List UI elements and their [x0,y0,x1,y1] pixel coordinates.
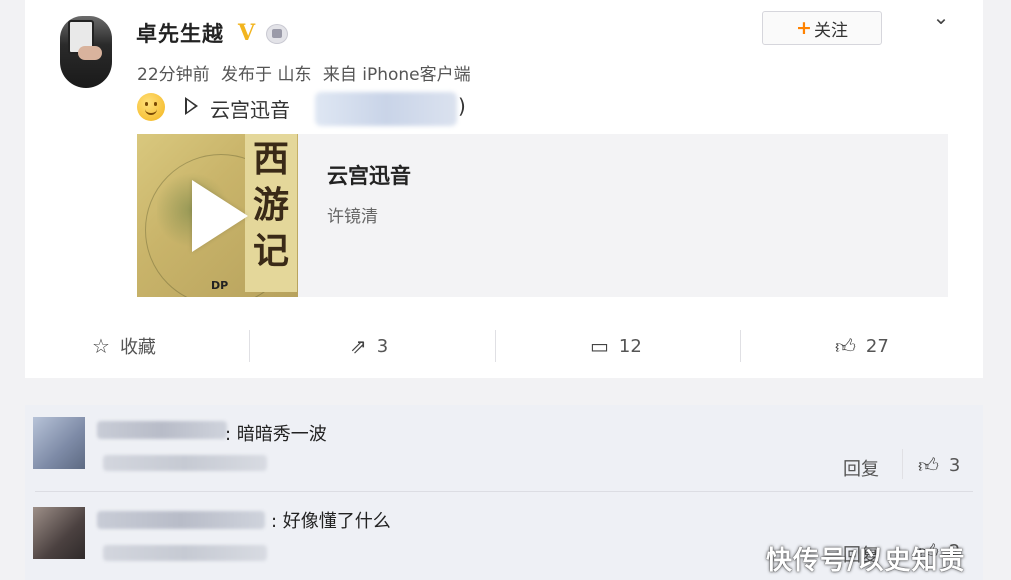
like-button[interactable]: 👍︎ 27 [835,332,889,360]
follow-label: 关注 [813,20,848,41]
thumbs-up-icon: 👍︎ [835,333,856,358]
user-avatar[interactable] [56,12,118,90]
watermark: 快传号/以史知责 [766,546,966,576]
commenter-avatar[interactable] [33,417,85,469]
divider [902,449,903,479]
music-link[interactable]: 云宫迅音 [210,94,290,123]
cover-title: 西游记 [252,138,289,272]
divider [249,330,250,362]
thumbs-up-icon: 👍︎ [918,453,939,477]
song-title[interactable]: 云宫迅音 [327,160,411,190]
repost-button[interactable]: ⇗ 3 [350,332,388,360]
comment-icon: ▭ [590,334,609,358]
comment-separator [35,491,973,492]
share-icon: ⇗ [350,334,367,358]
user-name[interactable]: 卓先生越 [136,18,224,48]
artist-name: 许镜清 [327,207,378,227]
follow-button[interactable]: + 关注 [762,11,882,45]
post-location: 发布于 山东 [221,65,312,85]
smile-emoji-icon [137,93,165,121]
cover-publisher: DP [211,279,229,292]
commenter-avatar[interactable] [33,507,85,559]
reply-button[interactable]: 回复 [843,455,879,481]
album-cover[interactable]: 西游记 DP [137,134,298,297]
commenter-name-blurred[interactable] [97,511,265,529]
post-source: 来自 iPhone客户端 [322,65,471,85]
play-button-icon[interactable] [192,180,248,252]
favorite-button[interactable]: ☆ 收藏 [92,332,156,360]
comment-text: : 好像懂了什么 [271,511,391,532]
commenter-name-blurred[interactable] [97,421,227,439]
divider [495,330,496,362]
level-badge-icon [266,24,288,44]
comment-text: : 暗暗秀一波 [225,424,327,445]
blurred-text [315,92,457,126]
comment-count: 12 [618,335,642,357]
divider [740,330,741,362]
comment-meta-blurred [103,545,267,561]
action-bar: ☆ 收藏 ⇗ 3 ▭ 12 👍︎ 27 [0,320,983,372]
repost-count: 3 [376,335,389,357]
comment-item: : 暗暗秀一波 回复 👍︎ 3 [25,405,983,490]
plus-icon: + [796,17,812,39]
favorite-label: 收藏 [119,337,156,358]
play-icon[interactable] [185,97,198,115]
star-icon: ☆ [92,334,110,358]
avatar-hand [78,46,102,60]
post-time: 22分钟前 [137,65,210,85]
comment-like-button[interactable]: 👍︎ 3 [918,453,960,478]
chevron-down-icon[interactable]: ⌄ [930,6,952,28]
comment-meta-blurred [103,455,267,471]
post-meta: 22分钟前 发布于 山东 来自 iPhone客户端 [137,60,477,85]
comment-like-count: 3 [948,455,961,476]
music-card[interactable]: 西游记 DP 云宫迅音 许镜清 [137,134,948,297]
like-count: 27 [865,335,889,357]
comment-button[interactable]: ▭ 12 [590,332,642,360]
vip-badge-icon: V [238,20,256,46]
close-paren: ) [458,94,466,118]
